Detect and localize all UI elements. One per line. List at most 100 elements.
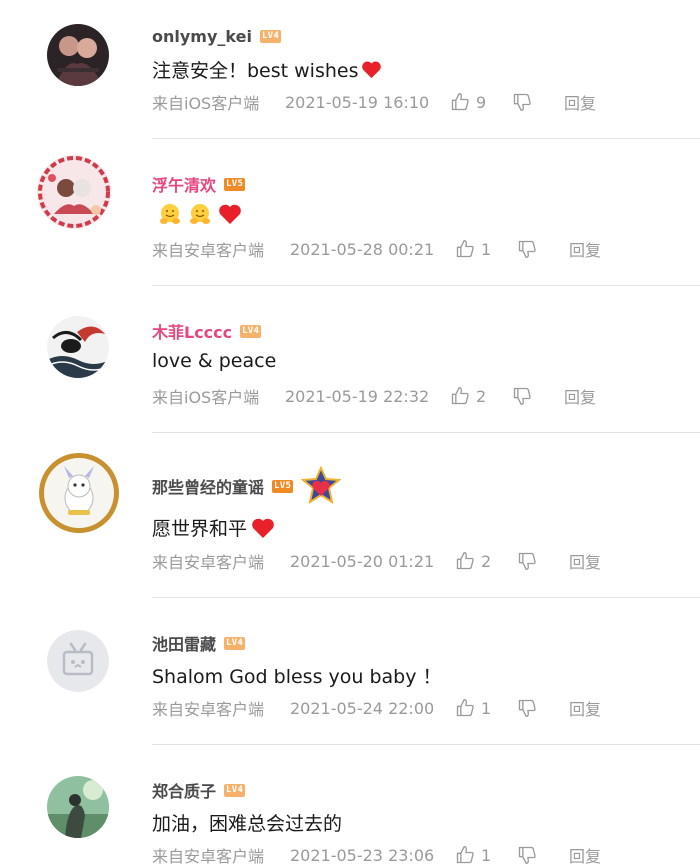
- reply-button[interactable]: 回复: [569, 843, 601, 867]
- divider: [152, 432, 700, 433]
- dislike-button[interactable]: [512, 386, 564, 406]
- like-button[interactable]: 1: [455, 845, 517, 865]
- comment-text-content: 注意安全！best wishes: [152, 60, 359, 82]
- avatar[interactable]: [47, 630, 109, 692]
- thumbs-down-icon: [518, 699, 536, 717]
- reply-button[interactable]: 回复: [569, 237, 601, 261]
- fan-medal-icon: [301, 466, 342, 505]
- heart-emoji: [219, 204, 241, 224]
- dislike-button[interactable]: [517, 845, 569, 865]
- name-row: 郑合质子 LV4: [152, 778, 246, 802]
- dislike-button[interactable]: [517, 239, 569, 259]
- timestamp: 2021-05-19 22:32: [285, 386, 430, 406]
- timestamp: 2021-05-24 22:00: [290, 698, 435, 718]
- avatar[interactable]: [38, 452, 120, 534]
- divider: [152, 597, 700, 598]
- thumbs-up-icon: [456, 240, 474, 258]
- level-badge: LV4: [240, 324, 262, 338]
- username[interactable]: 那些曾经的童谣: [152, 474, 264, 498]
- heart-emoji: [252, 518, 274, 538]
- comment-text-content: love & peace: [152, 350, 277, 372]
- thumbs-down-icon: [518, 552, 536, 570]
- comment-text-content: 愿世界和平: [152, 518, 248, 540]
- thumbs-up-icon: [456, 846, 474, 864]
- like-count: 1: [481, 698, 492, 718]
- like-button[interactable]: 9: [450, 92, 512, 112]
- thumbs-up-icon: [456, 552, 474, 570]
- comment-text: Shalom God bless you baby ！: [152, 662, 442, 689]
- username[interactable]: 木菲Lcccc: [152, 319, 232, 343]
- comment-list: onlymy_kei LV4 注意安全！best wishes 来自iOS客户端…: [0, 0, 700, 867]
- thumbs-down-icon: [513, 387, 531, 405]
- source-label: 来自安卓客户端: [152, 241, 265, 260]
- username[interactable]: 池田雷藏: [152, 631, 216, 655]
- name-row: 池田雷藏 LV4: [152, 631, 246, 655]
- comment-meta: 来自iOS客户端 2021-05-19 22:32 2 回复: [152, 384, 596, 408]
- source-label: 来自iOS客户端: [152, 94, 260, 113]
- like-count: 1: [481, 239, 492, 259]
- source-label: 来自安卓客户端: [152, 553, 265, 572]
- name-row: 浮午清欢 LV5: [152, 172, 246, 196]
- timestamp: 2021-05-23 23:06: [290, 845, 435, 865]
- timestamp: 2021-05-19 16:10: [285, 92, 430, 112]
- level-badge: LV5: [224, 177, 246, 191]
- source-label: 来自iOS客户端: [152, 388, 260, 407]
- thumbs-up-icon: [456, 699, 474, 717]
- level-badge: LV4: [224, 783, 246, 797]
- reply-button[interactable]: 回复: [569, 549, 601, 573]
- comment-text: [152, 202, 242, 226]
- timestamp: 2021-05-28 00:21: [290, 239, 435, 259]
- name-row: 那些曾经的童谣 LV5: [152, 466, 342, 506]
- like-count: 2: [481, 551, 492, 571]
- hug-emoji: [160, 204, 180, 224]
- username[interactable]: 浮午清欢: [152, 172, 216, 196]
- like-count: 1: [481, 845, 492, 865]
- dislike-button[interactable]: [512, 92, 564, 112]
- comment-text: 注意安全！best wishes: [152, 56, 382, 83]
- comment-text: 加油，困难总会过去的: [152, 809, 342, 836]
- comment-meta: 来自iOS客户端 2021-05-19 16:10 9 回复: [152, 90, 596, 114]
- reply-button[interactable]: 回复: [564, 384, 596, 408]
- comment-meta: 来自安卓客户端 2021-05-28 00:21 1 回复: [152, 237, 601, 261]
- reply-button[interactable]: 回复: [569, 696, 601, 720]
- comment-text: 愿世界和平: [152, 514, 275, 541]
- comment-text: love & peace: [152, 350, 276, 372]
- level-badge: LV5: [272, 479, 294, 493]
- thumbs-up-icon: [451, 93, 469, 111]
- name-row: onlymy_kei LV4: [152, 24, 282, 48]
- like-count: 9: [476, 92, 487, 112]
- like-button[interactable]: 1: [455, 698, 517, 718]
- username[interactable]: onlymy_kei: [152, 27, 252, 46]
- avatar[interactable]: [36, 154, 112, 230]
- name-row: 木菲Lcccc LV4: [152, 319, 262, 343]
- comment-text-content: 加油，困难总会过去的: [152, 813, 343, 835]
- comment-meta: 来自安卓客户端 2021-05-20 01:21 2 回复: [152, 549, 601, 573]
- comment-meta: 来自安卓客户端 2021-05-23 23:06 1 回复: [152, 843, 601, 867]
- comment-meta: 来自安卓客户端 2021-05-24 22:00 1 回复: [152, 696, 601, 720]
- hug-emoji: [190, 204, 210, 224]
- divider: [152, 744, 700, 745]
- divider: [152, 138, 700, 139]
- level-badge: LV4: [224, 636, 246, 650]
- like-count: 2: [476, 386, 487, 406]
- thumbs-up-icon: [451, 387, 469, 405]
- like-button[interactable]: 2: [455, 551, 517, 571]
- heart-emoji: [361, 61, 381, 79]
- avatar[interactable]: [47, 316, 109, 378]
- source-label: 来自安卓客户端: [152, 700, 265, 719]
- avatar[interactable]: [47, 24, 109, 86]
- divider: [152, 285, 700, 286]
- avatar[interactable]: [47, 776, 109, 838]
- timestamp: 2021-05-20 01:21: [290, 551, 435, 571]
- thumbs-down-icon: [518, 240, 536, 258]
- comment-text-content: Shalom God bless you baby ！: [152, 666, 442, 688]
- source-label: 来自安卓客户端: [152, 847, 265, 866]
- like-button[interactable]: 2: [450, 386, 512, 406]
- thumbs-down-icon: [513, 93, 531, 112]
- like-button[interactable]: 1: [455, 239, 517, 259]
- thumbs-down-icon: [518, 846, 536, 864]
- reply-button[interactable]: 回复: [564, 90, 596, 114]
- dislike-button[interactable]: [517, 698, 569, 718]
- username[interactable]: 郑合质子: [152, 778, 216, 802]
- dislike-button[interactable]: [517, 551, 569, 571]
